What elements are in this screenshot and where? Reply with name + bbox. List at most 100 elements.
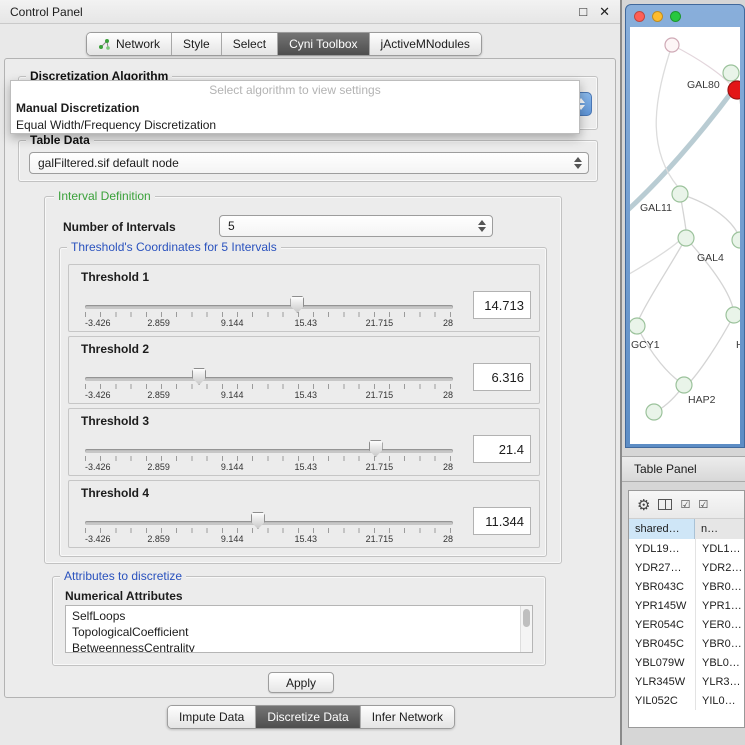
table-row[interactable]: YDR27…YDR2… bbox=[629, 558, 744, 577]
select-all-checkbox-icon[interactable]: ☑ bbox=[680, 498, 690, 511]
network-view-window: GAL80 GAL11 GAL4 GCY1 HAP2 H bbox=[625, 4, 745, 448]
tab-cyni-toolbox[interactable]: Cyni Toolbox bbox=[278, 33, 369, 55]
tab-jactivemnodules[interactable]: jActiveMNodules bbox=[370, 33, 481, 55]
app-window: Control Panel □ ✕ Network Style Select C… bbox=[0, 0, 745, 745]
close-icon[interactable]: ✕ bbox=[599, 4, 610, 20]
cell[interactable]: YER054C bbox=[629, 615, 695, 634]
cell[interactable]: YBR0… bbox=[695, 634, 744, 653]
threshold-value-field[interactable]: 21.4 bbox=[473, 435, 531, 463]
cell[interactable]: YER0… bbox=[695, 615, 744, 634]
list-item[interactable]: BetweennessCentrality bbox=[72, 640, 518, 653]
list-item[interactable]: TopologicalCoefficient bbox=[72, 624, 518, 640]
threshold-slider[interactable]: -3.426 2.859 9.144 15.43 21.715 28 bbox=[85, 367, 453, 403]
table-row[interactable]: YDL19…YDL1… bbox=[629, 539, 744, 558]
zoom-traffic-light-icon[interactable] bbox=[670, 11, 681, 22]
cell[interactable]: YBL0… bbox=[695, 653, 744, 672]
float-icon[interactable]: □ bbox=[579, 4, 587, 20]
table-data-combobox[interactable]: galFiltered.sif default node bbox=[29, 152, 589, 174]
tab-label: Style bbox=[183, 37, 210, 51]
list-item[interactable]: SelfLoops bbox=[72, 608, 518, 624]
select-column-checkbox-icon[interactable]: ☑ bbox=[698, 498, 708, 511]
network-node-selected[interactable] bbox=[728, 81, 740, 99]
network-node[interactable] bbox=[676, 377, 692, 393]
slider-thumb[interactable] bbox=[251, 512, 265, 529]
network-node[interactable] bbox=[732, 232, 740, 248]
column-header-name[interactable]: n… bbox=[695, 519, 744, 539]
network-node[interactable] bbox=[678, 230, 694, 246]
slider-ticks bbox=[85, 312, 453, 317]
network-graph: GAL80 GAL11 GAL4 GCY1 HAP2 H bbox=[630, 27, 740, 444]
network-canvas[interactable]: GAL80 GAL11 GAL4 GCY1 HAP2 H bbox=[630, 27, 740, 444]
threshold-value-field[interactable]: 14.713 bbox=[473, 291, 531, 319]
attributes-list[interactable]: SelfLoops TopologicalCoefficient Between… bbox=[65, 605, 533, 653]
dropdown-option-equal-width[interactable]: Equal Width/Frequency Discretization bbox=[11, 116, 579, 133]
slider-scale: -3.426 2.859 9.144 15.43 21.715 28 bbox=[85, 462, 453, 474]
threshold-1-panel: Threshold 1 14.713 -3.426 2.859 9.144 15… bbox=[68, 264, 540, 332]
table-row[interactable]: YLR345WYLR3… bbox=[629, 672, 744, 691]
network-node[interactable] bbox=[726, 307, 740, 323]
network-node[interactable] bbox=[665, 38, 679, 52]
dropdown-option-manual[interactable]: Manual Discretization bbox=[11, 99, 579, 116]
threshold-value-field[interactable]: 6.316 bbox=[473, 363, 531, 391]
tab-network[interactable]: Network bbox=[87, 33, 172, 55]
cell[interactable]: YPR145W bbox=[629, 596, 695, 615]
network-node[interactable] bbox=[646, 404, 662, 420]
cell[interactable]: YLR3… bbox=[695, 672, 744, 691]
scale-label: 9.144 bbox=[221, 318, 244, 328]
slider-thumb[interactable] bbox=[192, 368, 206, 385]
table-row[interactable]: YIL052CYIL0… bbox=[629, 691, 744, 710]
tab-style[interactable]: Style bbox=[172, 33, 222, 55]
cell[interactable]: YBR043C bbox=[629, 577, 695, 596]
network-node[interactable] bbox=[672, 186, 688, 202]
threshold-slider[interactable]: -3.426 2.859 9.144 15.43 21.715 28 bbox=[85, 511, 453, 547]
cell[interactable]: YIL0… bbox=[695, 691, 744, 710]
scrollbar-thumb[interactable] bbox=[523, 609, 530, 627]
scale-label: 21.715 bbox=[366, 462, 394, 472]
interval-group-title: Interval Definition bbox=[54, 190, 155, 203]
gear-icon[interactable]: ⚙ bbox=[637, 496, 650, 514]
window-controls bbox=[634, 11, 681, 22]
threshold-value-field[interactable]: 11.344 bbox=[473, 507, 531, 535]
cell[interactable]: YDL1… bbox=[695, 539, 744, 558]
slider-scale: -3.426 2.859 9.144 15.43 21.715 28 bbox=[85, 390, 453, 402]
table-row[interactable]: YER054CYER0… bbox=[629, 615, 744, 634]
close-traffic-light-icon[interactable] bbox=[634, 11, 645, 22]
control-panel: Control Panel □ ✕ Network Style Select C… bbox=[0, 0, 622, 745]
table-row[interactable]: YBL079WYBL0… bbox=[629, 653, 744, 672]
network-node[interactable] bbox=[630, 318, 645, 334]
slider-track[interactable] bbox=[85, 449, 453, 453]
slider-thumb[interactable] bbox=[369, 440, 383, 457]
slider-track[interactable] bbox=[85, 521, 453, 525]
cell[interactable]: YPR1… bbox=[695, 596, 744, 615]
slider-track[interactable] bbox=[85, 305, 453, 309]
tab-select[interactable]: Select bbox=[222, 33, 278, 55]
panel-title: Control Panel bbox=[10, 5, 83, 19]
cell[interactable]: YIL052C bbox=[629, 691, 695, 710]
column-header-shared-name[interactable]: shared… bbox=[629, 519, 695, 539]
slider-track[interactable] bbox=[85, 377, 453, 381]
cell[interactable]: YBL079W bbox=[629, 653, 695, 672]
threshold-slider[interactable]: -3.426 2.859 9.144 15.43 21.715 28 bbox=[85, 295, 453, 331]
num-intervals-combobox[interactable]: 5 bbox=[219, 215, 493, 237]
list-scrollbar[interactable] bbox=[520, 606, 532, 652]
table-row[interactable]: YBR045CYBR0… bbox=[629, 634, 744, 653]
apply-button[interactable]: Apply bbox=[268, 672, 334, 693]
network-edge bbox=[737, 90, 740, 314]
tab-infer-network[interactable]: Infer Network bbox=[361, 706, 454, 728]
tab-impute-data[interactable]: Impute Data bbox=[168, 706, 256, 728]
table-row[interactable]: YBR043CYBR0… bbox=[629, 577, 744, 596]
columns-icon[interactable] bbox=[658, 499, 672, 510]
cell[interactable]: YDR2… bbox=[695, 558, 744, 577]
tab-discretize-data[interactable]: Discretize Data bbox=[256, 706, 360, 728]
table-row[interactable]: YPR145WYPR1… bbox=[629, 596, 744, 615]
cell[interactable]: YBR045C bbox=[629, 634, 695, 653]
algorithm-dropdown-popup: Select algorithm to view settings Manual… bbox=[10, 80, 580, 134]
slider-thumb[interactable] bbox=[290, 296, 304, 313]
cell[interactable]: YBR0… bbox=[695, 577, 744, 596]
cell[interactable]: YDR27… bbox=[629, 558, 695, 577]
network-node[interactable] bbox=[723, 65, 739, 81]
cell[interactable]: YDL19… bbox=[629, 539, 695, 558]
cell[interactable]: YLR345W bbox=[629, 672, 695, 691]
minimize-traffic-light-icon[interactable] bbox=[652, 11, 663, 22]
threshold-slider[interactable]: -3.426 2.859 9.144 15.43 21.715 28 bbox=[85, 439, 453, 475]
